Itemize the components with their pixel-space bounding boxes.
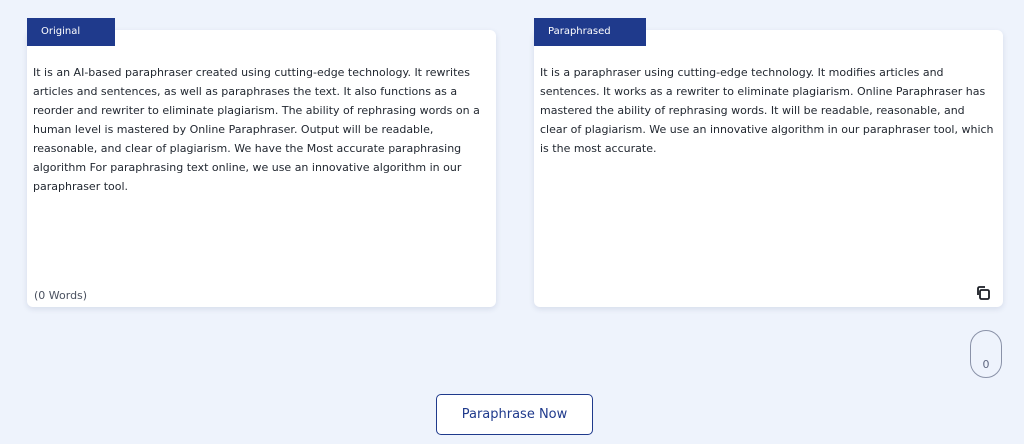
paraphrased-text-panel: It is a paraphraser using cutting-edge t… xyxy=(534,30,1003,307)
original-text-tab: Original Text xyxy=(27,18,115,65)
paraphrase-now-button[interactable]: Paraphrase Now xyxy=(436,394,593,435)
scroll-indicator[interactable]: 0 xyxy=(970,330,1002,378)
scroll-glyph: 0 xyxy=(982,358,990,371)
original-text-panel[interactable]: It is an AI-based paraphraser created us… xyxy=(27,30,496,307)
paraphrased-text-tab: Paraphrased Text xyxy=(534,18,646,65)
original-text-area[interactable]: It is an AI-based paraphraser created us… xyxy=(33,63,488,196)
copy-icon[interactable] xyxy=(975,285,991,301)
word-count-label: (0 Words) xyxy=(34,289,88,302)
paraphrased-text-area: It is a paraphraser using cutting-edge t… xyxy=(540,66,994,155)
